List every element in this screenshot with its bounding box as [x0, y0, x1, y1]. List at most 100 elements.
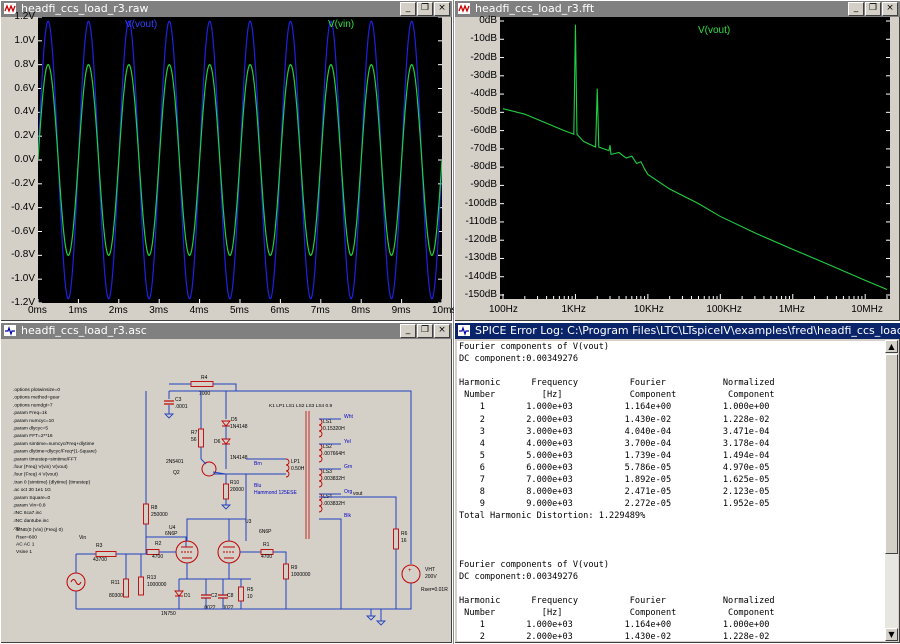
label-r9: R9 — [291, 565, 298, 571]
diode-d1[interactable] — [174, 590, 184, 597]
value-u4: 6N6P — [165, 531, 178, 537]
spice-directive: .INC 6ca7.inc — [13, 510, 42, 516]
resistor-r5[interactable] — [238, 586, 244, 602]
restore-button[interactable]: ❐ — [865, 2, 881, 16]
wire[interactable] — [200, 458, 207, 465]
log-line: 9 9.000e+03 2.272e-05 1.952e-05 — [459, 499, 770, 510]
log-line: 1 1.000e+03 1.164e+00 1.000e+00 — [459, 620, 770, 631]
inductor-ls1[interactable] — [318, 418, 323, 438]
spice-directive: .param numcyc=10 — [13, 418, 54, 424]
schematic-drawing: .options plotwinsize=0 .options method=ge… — [13, 375, 448, 626]
spice-directive: .INC dantube.inc — [13, 518, 49, 524]
close-button[interactable]: × — [882, 2, 898, 16]
label-r13: R13 — [147, 575, 156, 581]
label-ls2: LS2 — [323, 444, 332, 450]
trace-label-vin[interactable]: V(vin) — [328, 19, 354, 30]
log-line: Total Harmonic Distortion: 1.229489% — [459, 511, 646, 522]
y-tick-label: -10dB — [470, 33, 497, 45]
fft-trace-label-vout[interactable]: V(vout) — [698, 25, 730, 36]
log-line: 3 3.000e+03 4.040e-04 3.471e-04 — [459, 426, 770, 437]
log-text-area[interactable]: Fourier components of V(vout) DC componen… — [457, 341, 885, 641]
minimize-button[interactable]: _ — [848, 2, 864, 16]
close-button[interactable]: × — [434, 324, 450, 338]
fft-plot-area[interactable]: V(vout) — [500, 17, 890, 299]
inductor-lp1[interactable] — [285, 458, 290, 478]
sine-icon — [70, 579, 82, 585]
spice-directive: .param Square=0 — [13, 495, 51, 501]
label-r8: R8 — [151, 505, 158, 511]
scroll-down-button[interactable]: ▼ — [885, 628, 898, 641]
y-tick-label: -30dB — [470, 69, 497, 81]
label-c2: C2 — [211, 593, 218, 599]
spice-directive: .options numdgt=7 — [13, 402, 53, 408]
restore-button[interactable]: ❐ — [417, 324, 433, 338]
log-vertical-scrollbar[interactable]: ▲ ▼ — [885, 340, 898, 641]
label-blk: Blk — [344, 513, 351, 519]
resistor-r9[interactable] — [283, 563, 289, 580]
inductor-ls3[interactable] — [318, 468, 323, 488]
wire[interactable] — [213, 383, 237, 391]
resistor-r13[interactable] — [138, 576, 144, 596]
x-tick-label: 2ms — [108, 305, 128, 316]
value-u3: 6N6P — [259, 529, 272, 535]
label-yel: Yel — [344, 439, 351, 445]
raw-waveform-window[interactable]: headfi_ccs_load_r3.raw _ ❐ × V(vout) V(v… — [0, 0, 456, 322]
x-tick-label: 0ms — [28, 305, 47, 316]
inductor-ls2[interactable] — [318, 443, 323, 463]
trace-label-vout[interactable]: V(vout) — [125, 19, 157, 30]
wire[interactable] — [186, 518, 247, 541]
y-tick-label: -40dB — [470, 88, 497, 100]
scroll-up-button[interactable]: ▲ — [885, 340, 898, 353]
resistor-r3[interactable] — [95, 551, 117, 557]
schematic-window-titlebar[interactable]: headfi_ccs_load_r3.asc _ ❐ × — [1, 323, 452, 339]
resistor-r8[interactable] — [143, 503, 149, 525]
label-r7: R7 — [191, 430, 198, 436]
raw-window-titlebar[interactable]: headfi_ccs_load_r3.raw _ ❐ × — [1, 1, 452, 17]
schematic-window-title: headfi_ccs_load_r3.asc — [21, 324, 147, 337]
spice-directive: .param dlycyc=5 — [13, 426, 48, 432]
value-vht-rser: Rser=0.01R — [421, 587, 448, 593]
wire[interactable] — [273, 551, 287, 564]
close-button[interactable]: × — [434, 2, 450, 16]
diode-d5[interactable] — [221, 420, 231, 427]
raw-waveform-plot — [38, 17, 442, 303]
value-vht: 200V — [425, 574, 437, 580]
label-hammond: Hammond 125ESE — [254, 490, 297, 496]
resistor-r4[interactable] — [190, 381, 214, 387]
log-window-title: SPICE Error Log: C:\Program Files\LTC\LT… — [475, 324, 900, 337]
value-ls1: 0.15320H — [323, 426, 345, 432]
wire[interactable] — [396, 583, 412, 610]
series-line-vout-spectrum[interactable] — [502, 24, 888, 291]
value-r3: 43700 — [93, 557, 107, 563]
y-tick-label: 0.6V — [14, 82, 35, 94]
series-line-vin[interactable] — [38, 64, 442, 256]
raw-plot-area[interactable]: V(vout) V(vin) — [38, 17, 442, 303]
value-d6: 1N4148 — [230, 455, 248, 461]
label-ls3: LS3 — [323, 469, 332, 475]
spice-log-window[interactable]: SPICE Error Log: C:\Program Files\LTC\LT… — [454, 322, 900, 644]
wire[interactable] — [146, 536, 187, 547]
log-window-titlebar[interactable]: SPICE Error Log: C:\Program Files\LTC\LT… — [455, 323, 900, 339]
schematic-window[interactable]: headfi_ccs_load_r3.asc _ ❐ × .options pl… — [0, 322, 453, 644]
minimize-button[interactable]: _ — [400, 324, 416, 338]
restore-button[interactable]: ❐ — [417, 2, 433, 16]
wire[interactable] — [319, 518, 342, 609]
schematic-canvas[interactable]: .options plotwinsize=0 .options method=ge… — [1, 339, 450, 641]
source-definition: AC AC 1 — [16, 542, 35, 548]
resistor-r10[interactable] — [223, 483, 229, 500]
wire[interactable] — [169, 390, 412, 564]
spice-directive: .param simtime=numcyc/Freq+dlytime — [13, 441, 95, 447]
spice-directive: .options plotwinsize=0 — [13, 387, 60, 393]
fft-window[interactable]: headfi_ccs_load_r3.fft _ ❐ × V(vout) 0dB… — [454, 0, 900, 322]
fft-window-titlebar[interactable]: headfi_ccs_load_r3.fft _ ❐ × — [455, 1, 900, 17]
scroll-thumb[interactable] — [885, 354, 898, 554]
x-tick-label: 1MHz — [778, 304, 805, 315]
minimize-button[interactable]: _ — [400, 2, 416, 16]
log-line: 8 8.000e+03 2.471e-05 2.123e-05 — [459, 487, 770, 498]
resistor-r11[interactable] — [123, 578, 129, 598]
resistor-r6[interactable] — [393, 528, 399, 550]
resistor-r7[interactable] — [198, 428, 204, 448]
ground-symbol — [375, 620, 387, 626]
log-line: 2 2.000e+03 1.430e-02 1.228e-02 — [459, 632, 770, 641]
diode-d6[interactable] — [221, 438, 231, 445]
